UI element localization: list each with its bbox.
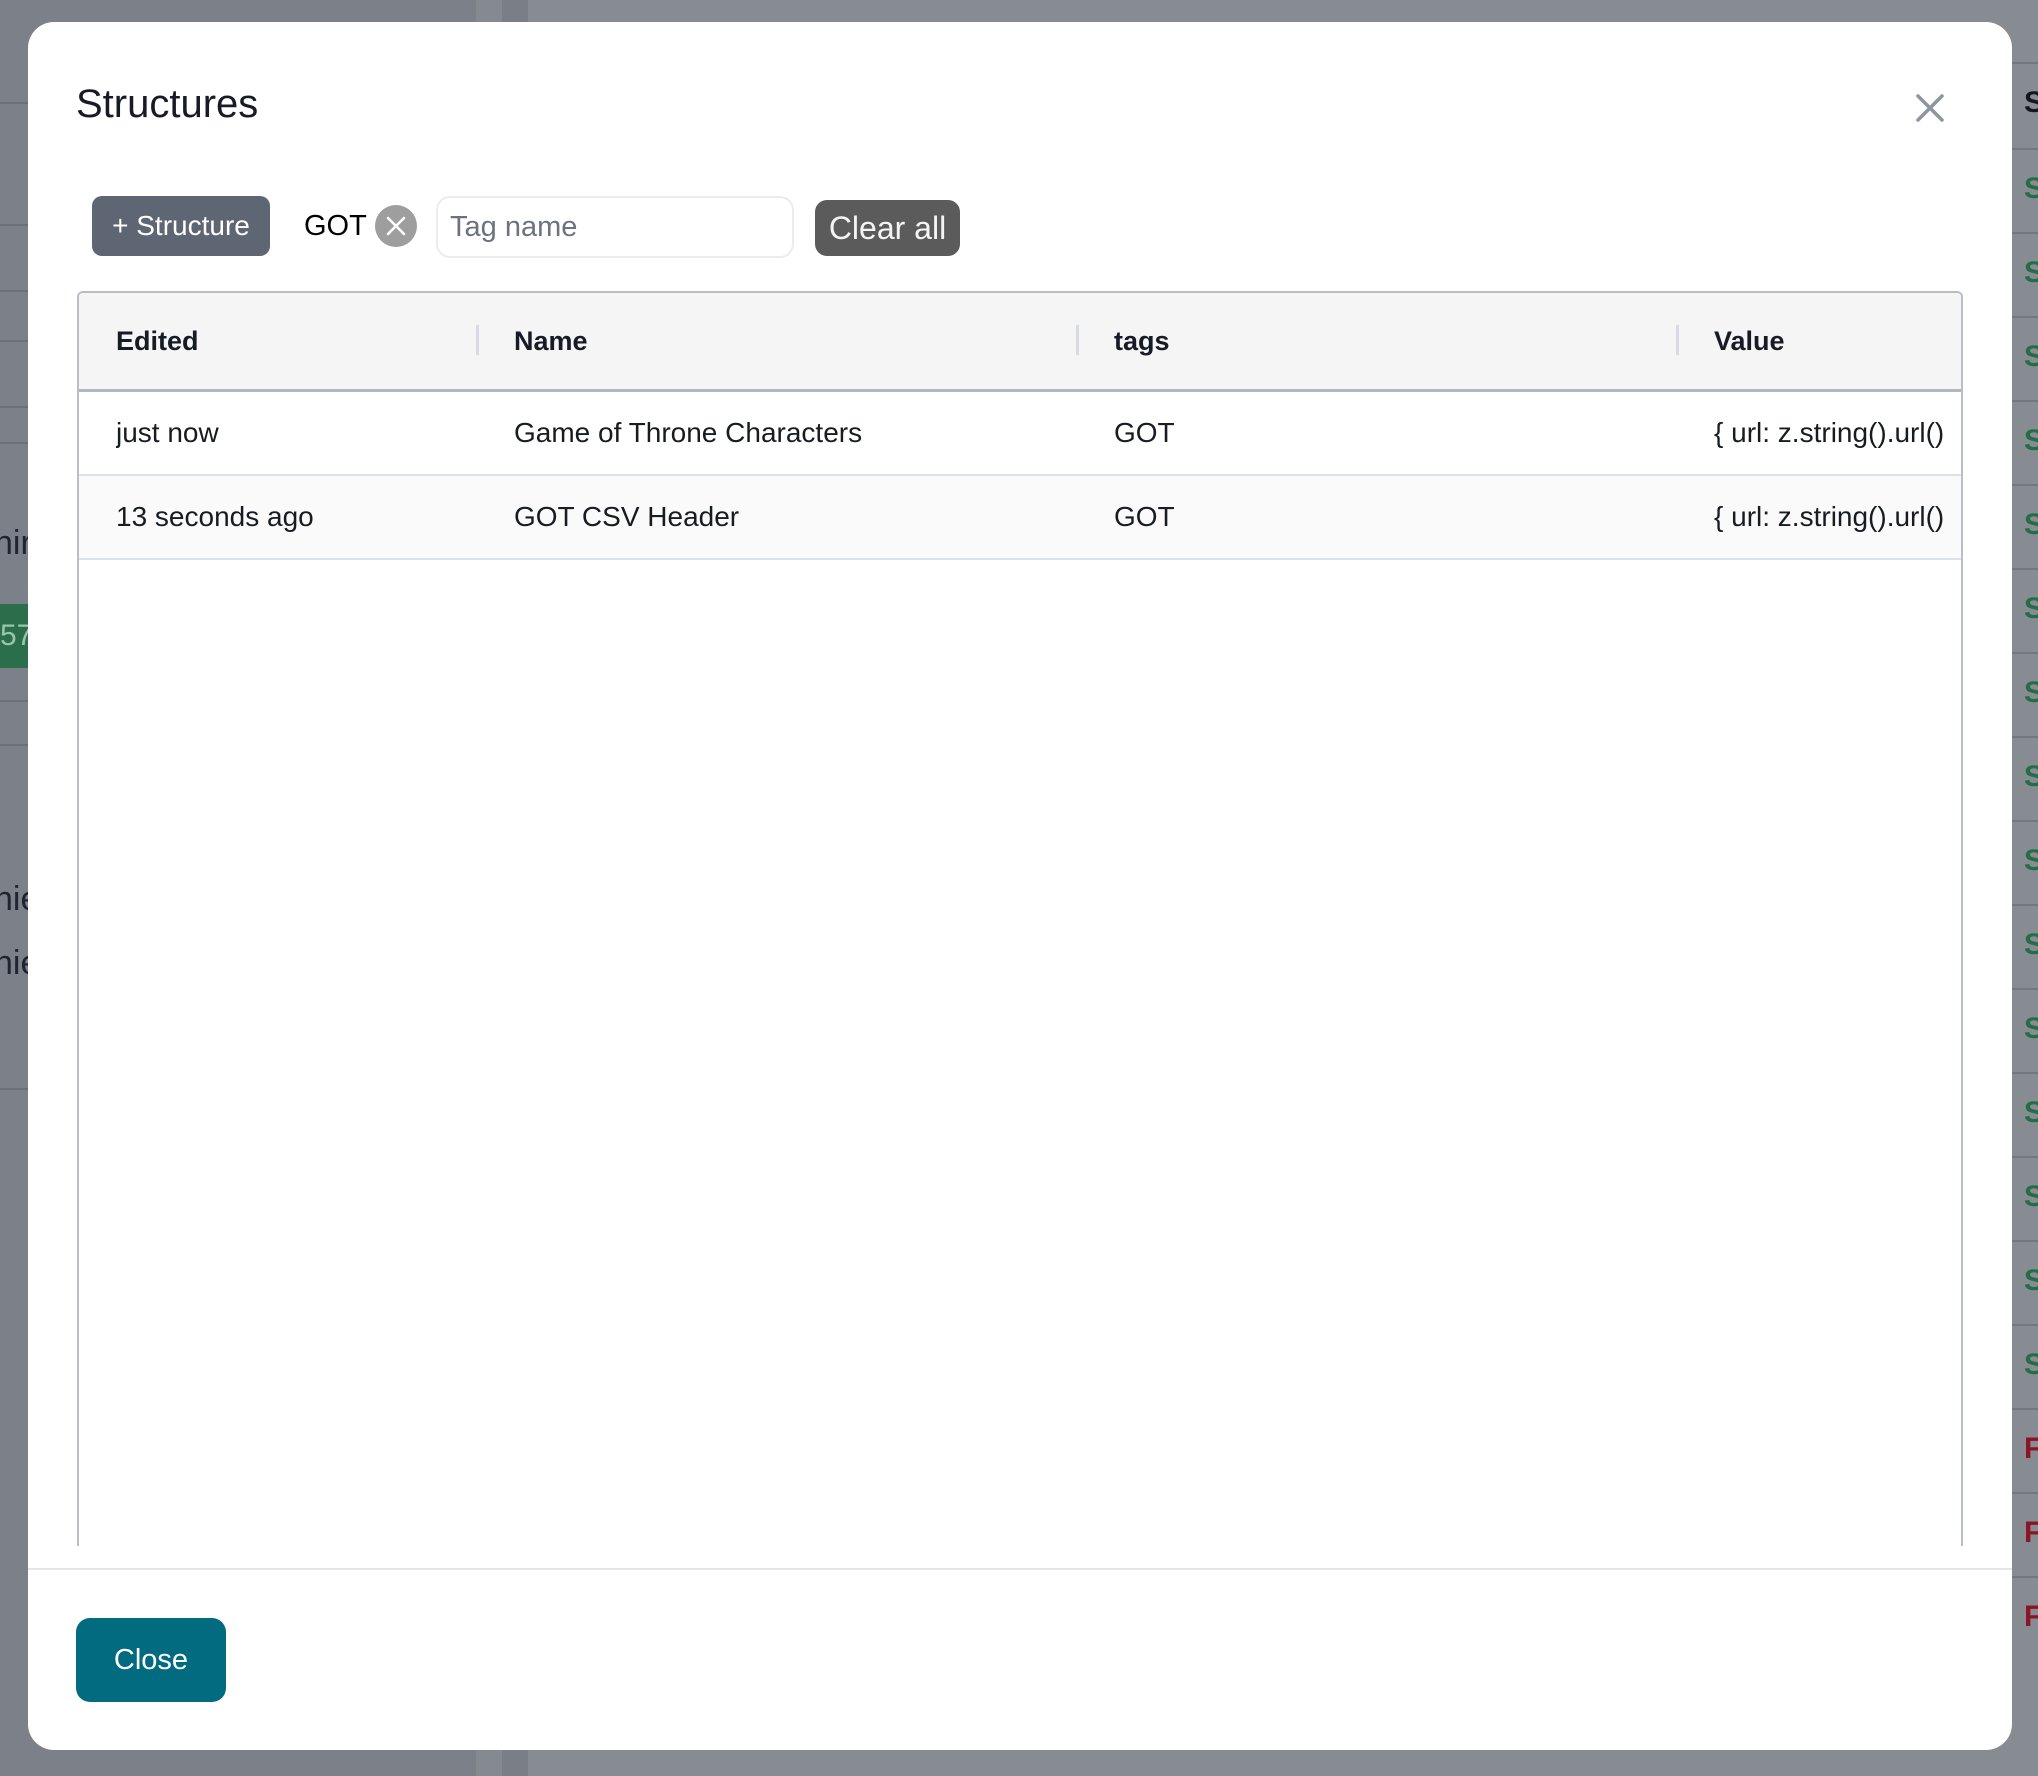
column-header-edited[interactable]: Edited — [116, 293, 199, 389]
background-status-row: S — [2012, 904, 2038, 988]
background-status-text: S — [2024, 676, 2038, 710]
background-status-row: S — [2012, 1240, 2038, 1324]
background-status-text: S — [2024, 592, 2038, 626]
column-header-tags[interactable]: tags — [1114, 293, 1170, 389]
background-status-row: F — [2012, 1492, 2038, 1576]
tag-chip-label: GOT — [304, 209, 367, 242]
background-status-text: S — [2024, 1264, 2038, 1298]
background-status-text: S — [2024, 844, 2038, 878]
structures-table: Edited Name tags Value just now Game of … — [77, 291, 1963, 1546]
tag-name-input[interactable] — [436, 196, 794, 258]
cell-edited: 13 seconds ago — [116, 501, 314, 532]
column-resize-handle[interactable] — [1676, 325, 1679, 355]
background-status-text: S — [2024, 256, 2038, 290]
cell-name: Game of Throne Characters — [514, 417, 863, 448]
background-status-text: S — [2024, 172, 2038, 206]
background-status-text: F — [2024, 1432, 2038, 1466]
background-status-row: F — [2012, 1408, 2038, 1492]
background-row-line — [0, 102, 28, 104]
background-status-row: S — [2012, 736, 2038, 820]
structures-modal: Structures + Structure GOT Clear all Edi… — [28, 22, 2012, 1750]
background-status-text: S — [2024, 1180, 2038, 1214]
background-row-line — [0, 1088, 28, 1090]
background-row-line — [0, 406, 28, 408]
background-status-row: S — [2012, 1324, 2038, 1408]
cell-value: { url: z.string().url() — [1714, 417, 1945, 448]
column-header-name[interactable]: Name — [514, 293, 588, 389]
table-header: Edited Name tags Value — [79, 293, 1961, 392]
background-row-line — [0, 442, 28, 444]
modal-title: Structures — [76, 82, 259, 126]
background-status-row: S — [2012, 148, 2038, 232]
table-row[interactable]: 13 seconds ago GOT CSV Header GOT { url:… — [79, 476, 1961, 560]
cell-edited: just now — [116, 417, 219, 448]
close-button[interactable]: Close — [76, 1618, 226, 1702]
background-status-text: S — [2024, 928, 2038, 962]
cell-value: { url: z.string().url() — [1714, 501, 1945, 532]
background-status-row: S — [2012, 1156, 2038, 1240]
background-status-text: S — [2024, 340, 2038, 374]
background-status-row: S — [2012, 568, 2038, 652]
close-icon[interactable] — [1908, 86, 1952, 130]
background-row-line — [0, 700, 28, 702]
cell-tags: GOT — [1114, 417, 1175, 448]
background-status-row: S — [2012, 232, 2038, 316]
background-status-text: F — [2024, 1600, 2038, 1634]
background-row-line — [0, 224, 28, 226]
background-badge-text: 57 — [0, 619, 28, 652]
background-row-line — [0, 290, 28, 292]
background-status-row: S — [2012, 1072, 2038, 1156]
add-structure-button[interactable]: + Structure — [92, 196, 270, 256]
background-status-row: S — [2012, 652, 2038, 736]
background-status-header: S — [2012, 62, 2038, 146]
column-resize-handle[interactable] — [1076, 325, 1079, 355]
background-status-row: S — [2012, 988, 2038, 1072]
background-status-text: S — [2024, 1012, 2038, 1046]
clear-all-button[interactable]: Clear all — [815, 200, 960, 256]
background-status-row: S — [2012, 484, 2038, 568]
x-circle-icon[interactable] — [374, 205, 417, 247]
background-status-row: S — [2012, 316, 2038, 400]
background-status-text: S — [2024, 508, 2038, 542]
background-status-text: S — [2024, 1096, 2038, 1130]
background-status-header-text: S — [2024, 86, 2038, 120]
background-status-row: S — [2012, 820, 2038, 904]
background-status-text: S — [2024, 1348, 2038, 1382]
cell-tags: GOT — [1114, 501, 1175, 532]
background-row-line — [0, 340, 28, 342]
background-status-text: S — [2024, 424, 2038, 458]
background-status-row: F — [2012, 1576, 2038, 1660]
background-status-text: S — [2024, 760, 2038, 794]
column-header-value[interactable]: Value — [1714, 293, 1785, 389]
table-row[interactable]: just now Game of Throne Characters GOT {… — [79, 392, 1961, 476]
tag-filter-chip: GOT — [304, 202, 417, 250]
background-status-text: F — [2024, 1516, 2038, 1550]
cell-name: GOT CSV Header — [514, 501, 740, 532]
background-badge: 57 — [0, 604, 28, 668]
footer-divider — [28, 1568, 2012, 1570]
column-resize-handle[interactable] — [476, 325, 479, 355]
background-status-row: S — [2012, 400, 2038, 484]
background-row-line — [0, 744, 28, 746]
